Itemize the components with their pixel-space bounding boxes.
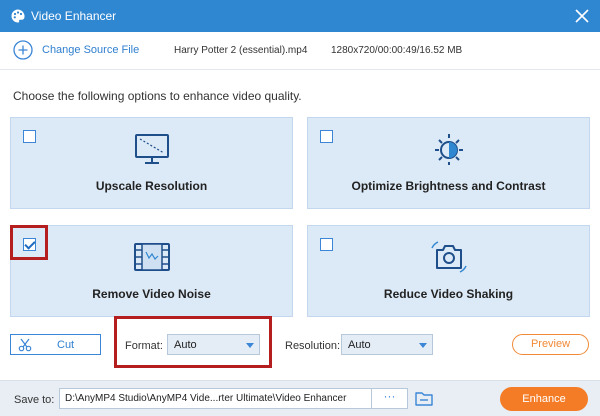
title-bar: Video Enhancer: [0, 0, 600, 32]
save-to-label: Save to:: [14, 394, 55, 406]
resolution-value: Auto: [348, 339, 371, 351]
format-label: Format:: [125, 340, 163, 352]
controls-bar: Cut Format: Auto Resolution: Auto Previe…: [0, 325, 600, 365]
chevron-down-icon: [246, 343, 254, 348]
instruction-text: Choose the following options to enhance …: [13, 89, 302, 103]
close-icon[interactable]: [572, 6, 592, 26]
film-icon: [133, 243, 170, 271]
browse-button[interactable]: ···: [371, 389, 407, 408]
change-source-label: Change Source File: [42, 44, 140, 56]
noise-label: Remove Video Noise: [92, 287, 211, 301]
option-reduce-shaking[interactable]: Reduce Video Shaking: [307, 225, 590, 317]
palette-icon: [11, 9, 25, 23]
noise-checkbox[interactable]: [23, 238, 36, 251]
window-title: Video Enhancer: [31, 9, 117, 23]
brightness-checkbox[interactable]: [320, 130, 333, 143]
preview-button[interactable]: Preview: [512, 334, 589, 355]
upscale-label: Upscale Resolution: [95, 179, 208, 193]
file-info: 1280x720/00:00:49/16.52 MB: [331, 45, 463, 56]
cut-button[interactable]: Cut: [10, 334, 101, 355]
format-select[interactable]: Auto: [167, 334, 260, 355]
brightness-icon: [434, 134, 463, 165]
option-remove-noise[interactable]: Remove Video Noise: [10, 225, 293, 317]
file-bar: Change Source File Harry Potter 2 (essen…: [0, 32, 600, 70]
change-source-button[interactable]: Change Source File: [13, 40, 139, 60]
cut-label: Cut: [57, 339, 75, 351]
option-upscale-resolution[interactable]: Upscale Resolution: [10, 117, 293, 209]
scissors-icon: [18, 338, 32, 352]
footer-bar: Save to: D:\AnyMP4 Studio\AnyMP4 Vide...…: [0, 380, 600, 416]
shaking-label: Reduce Video Shaking: [383, 287, 514, 301]
monitor-icon: [134, 134, 169, 164]
save-path-value: D:\AnyMP4 Studio\AnyMP4 Vide...rter Ulti…: [65, 393, 347, 404]
option-optimize-brightness[interactable]: Optimize Brightness and Contrast: [307, 117, 590, 209]
format-value: Auto: [174, 339, 197, 351]
resolution-select[interactable]: Auto: [341, 334, 433, 355]
brightness-label: Optimize Brightness and Contrast: [351, 179, 546, 193]
folder-icon[interactable]: [415, 390, 433, 406]
camera-icon: [430, 241, 467, 273]
shaking-checkbox[interactable]: [320, 238, 333, 251]
file-name: Harry Potter 2 (essential).mp4: [174, 45, 308, 56]
upscale-checkbox[interactable]: [23, 130, 36, 143]
resolution-label: Resolution:: [285, 340, 341, 352]
add-circle-icon: [13, 40, 33, 60]
enhance-button[interactable]: Enhance: [500, 387, 588, 411]
save-path-field[interactable]: D:\AnyMP4 Studio\AnyMP4 Vide...rter Ulti…: [59, 388, 408, 409]
chevron-down-icon: [419, 343, 427, 348]
